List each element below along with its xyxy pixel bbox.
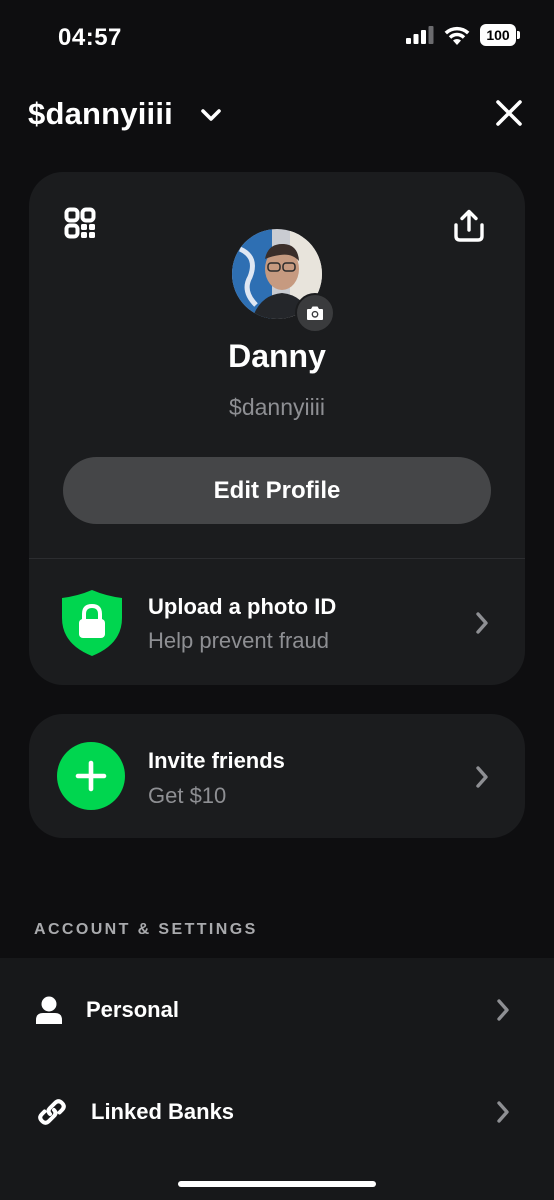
close-icon[interactable] (494, 98, 524, 128)
settings-item-label: Linked Banks (91, 1099, 235, 1124)
chevron-right-icon (497, 999, 509, 1021)
invite-friends-subtitle: Get $10 (148, 783, 227, 808)
person-icon (36, 996, 62, 1024)
settings-item-linked-banks[interactable]: Linked Banks (0, 1062, 554, 1162)
account-switcher[interactable]: $dannyiiii (28, 96, 173, 132)
plus-icon (57, 742, 125, 810)
wifi-icon (444, 26, 470, 45)
chevron-right-icon (476, 766, 488, 788)
divider (29, 558, 525, 559)
chevron-right-icon (497, 1101, 509, 1123)
upload-photo-id-subtitle: Help prevent fraud (148, 628, 329, 653)
section-header: ACCOUNT & SETTINGS (34, 921, 258, 938)
profile-name: Danny (228, 338, 326, 374)
cellular-signal-icon (406, 26, 434, 44)
settings-item-label: Personal (86, 997, 179, 1022)
battery-icon: 100 (480, 24, 520, 46)
upload-photo-id-title: Upload a photo ID (148, 594, 337, 619)
camera-icon (307, 306, 323, 320)
profile-cashtag: $dannyiiii (229, 394, 325, 420)
status-bar: 04:57 100 (0, 0, 554, 70)
link-icon (38, 1099, 66, 1125)
share-icon[interactable] (451, 208, 487, 244)
shield-lock-icon (62, 590, 122, 656)
settings-item-personal[interactable]: Personal (0, 960, 554, 1060)
qr-code-icon[interactable] (64, 207, 96, 239)
edit-profile-button[interactable]: Edit Profile (63, 457, 491, 524)
home-indicator[interactable] (178, 1181, 376, 1187)
status-time: 04:57 (58, 24, 122, 51)
profile-card: Danny $dannyiiii Edit Profile Upload a p… (29, 172, 525, 685)
battery-level: 100 (486, 27, 510, 43)
settings-list: Personal Linked Banks (0, 958, 554, 1200)
header: $dannyiiii (0, 88, 554, 144)
status-icons: 100 (406, 24, 520, 46)
chevron-down-icon[interactable] (198, 102, 224, 128)
invite-friends-title: Invite friends (148, 748, 285, 773)
invite-friends-card[interactable]: Invite friends Get $10 (29, 714, 525, 838)
change-photo-button[interactable] (295, 293, 335, 333)
chevron-right-icon (476, 612, 488, 634)
